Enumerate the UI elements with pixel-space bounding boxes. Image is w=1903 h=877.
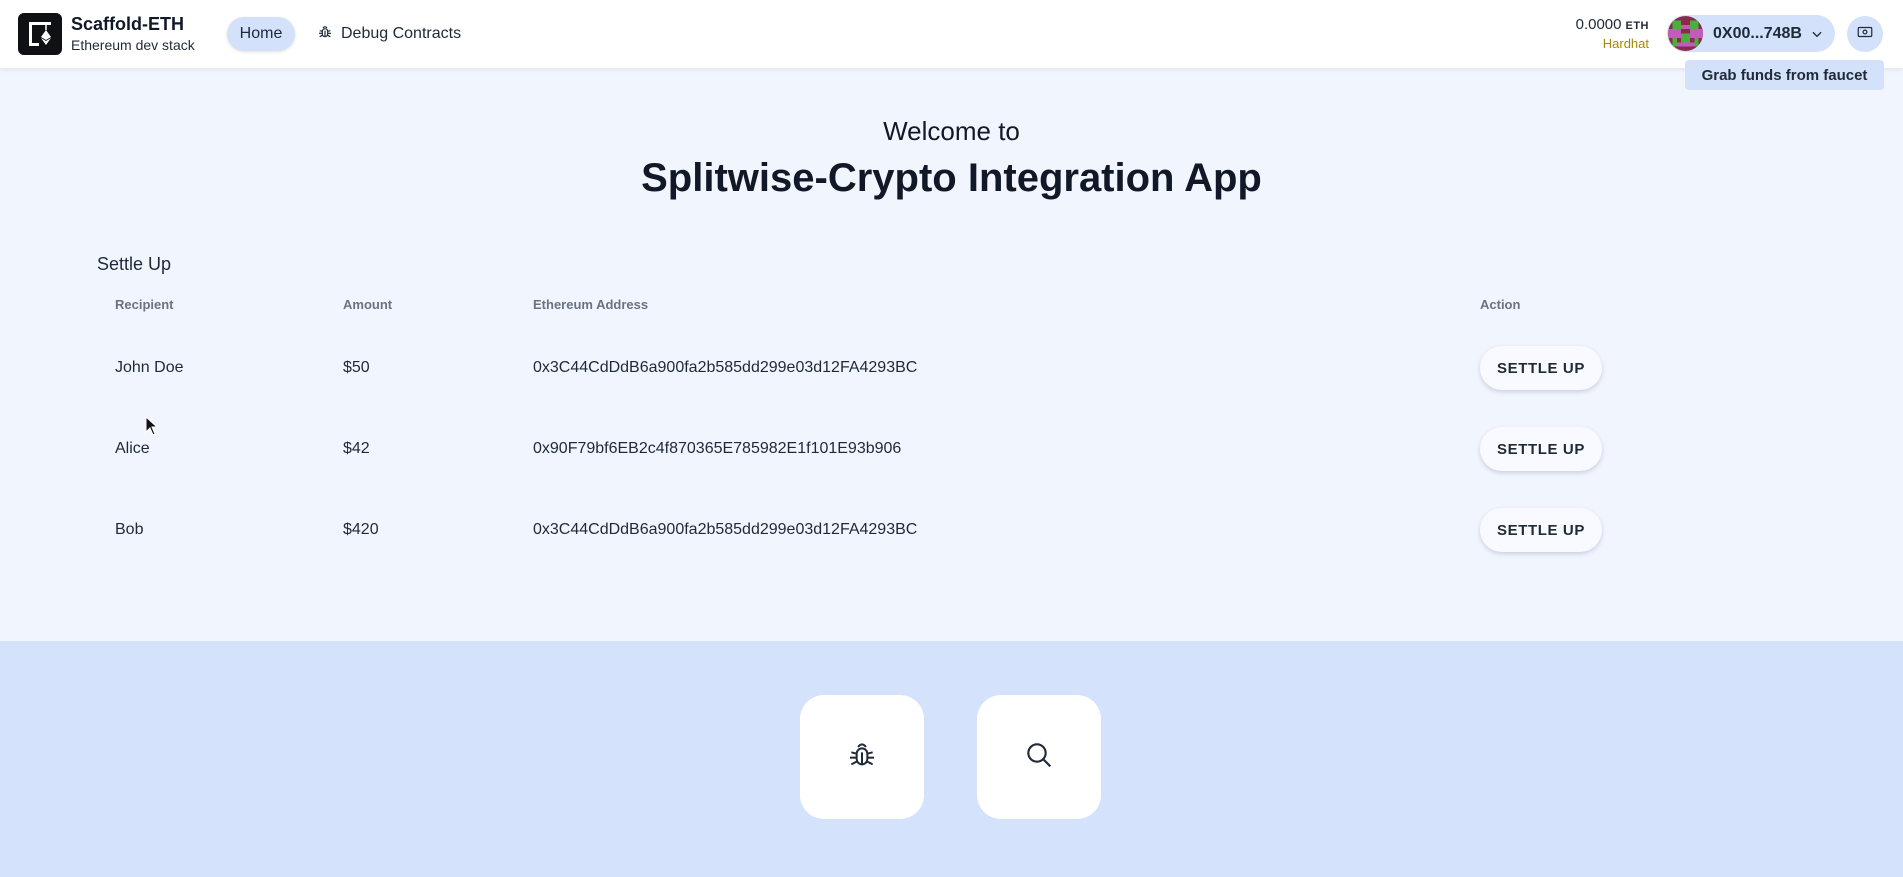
nav-debug-label: Debug Contracts (341, 25, 462, 42)
column-header-amount: Amount (343, 297, 393, 312)
recipient-cell: Bob (115, 521, 144, 538)
address-cell: 0x3C44CdDdB6a900fa2b585dd299e03d12FA4293… (533, 359, 918, 376)
section-title: Settle Up (97, 254, 172, 274)
settle-up-button[interactable]: SETTLE UP (1480, 346, 1602, 390)
table-row: John Doe $50 0x3C44CdDdB6a900fa2b585dd29… (0, 328, 1903, 408)
page-title: Splitwise-Crypto Integration App (641, 156, 1262, 200)
column-header-recipient: Recipient (115, 297, 174, 312)
column-header-address: Ethereum Address (533, 297, 649, 312)
table-row: Bob $420 0x3C44CdDdB6a900fa2b585dd299e03… (0, 490, 1903, 570)
bug-icon (846, 739, 878, 776)
nav-home-label: Home (239, 25, 283, 42)
brand-title: Scaffold-ETH (71, 14, 185, 34)
balance-amount: 0.0000 (1575, 16, 1622, 33)
account-address: 0X00...748B (1713, 24, 1802, 42)
nav-home[interactable]: Home (227, 17, 295, 51)
top-navbar: Scaffold-ETH Ethereum dev stack Home Deb… (0, 0, 1903, 68)
amount-cell: $50 (343, 359, 370, 376)
mouse-cursor-icon (145, 415, 159, 441)
network-name: Hardhat (1602, 36, 1649, 51)
bottom-band (0, 641, 1903, 877)
search-icon (1023, 739, 1055, 776)
welcome-text: Welcome to (883, 116, 1020, 146)
brand[interactable]: Scaffold-ETH Ethereum dev stack (71, 14, 195, 54)
balance-unit: ETH (1625, 20, 1649, 32)
settle-up-button[interactable]: SETTLE UP (1480, 427, 1602, 471)
debug-contracts-tile[interactable] (800, 695, 924, 819)
logo-icon (29, 22, 51, 46)
nav-debug-contracts[interactable]: Debug Contracts (317, 17, 461, 51)
address-cell: 0x90F79bf6EB2c4f870365E785982E1f101E93b9… (533, 440, 902, 457)
settle-up-button[interactable]: SETTLE UP (1480, 508, 1602, 552)
bug-icon (317, 24, 333, 45)
avatar (1668, 16, 1703, 51)
column-header-action: Action (1480, 297, 1521, 312)
banknote-icon (1856, 23, 1874, 46)
block-explorer-tile[interactable] (977, 695, 1101, 819)
faucet-tooltip: Grab funds from faucet (1685, 60, 1884, 90)
brand-subtitle: Ethereum dev stack (71, 37, 195, 53)
table-row: Alice $42 0x90F79bf6EB2c4f870365E785982E… (0, 409, 1903, 489)
account-dropdown[interactable]: 0X00...748B (1667, 15, 1835, 52)
amount-cell: $420 (343, 521, 379, 538)
scaffold-eth-logo[interactable] (18, 13, 62, 55)
faucet-button[interactable] (1847, 16, 1883, 52)
amount-cell: $42 (343, 440, 370, 457)
address-cell: 0x3C44CdDdB6a900fa2b585dd299e03d12FA4293… (533, 521, 918, 538)
chevron-down-icon (1810, 27, 1824, 41)
recipient-cell: John Doe (115, 359, 184, 376)
wallet-balance: 0.0000 ETH Hardhat (1576, 16, 1649, 52)
